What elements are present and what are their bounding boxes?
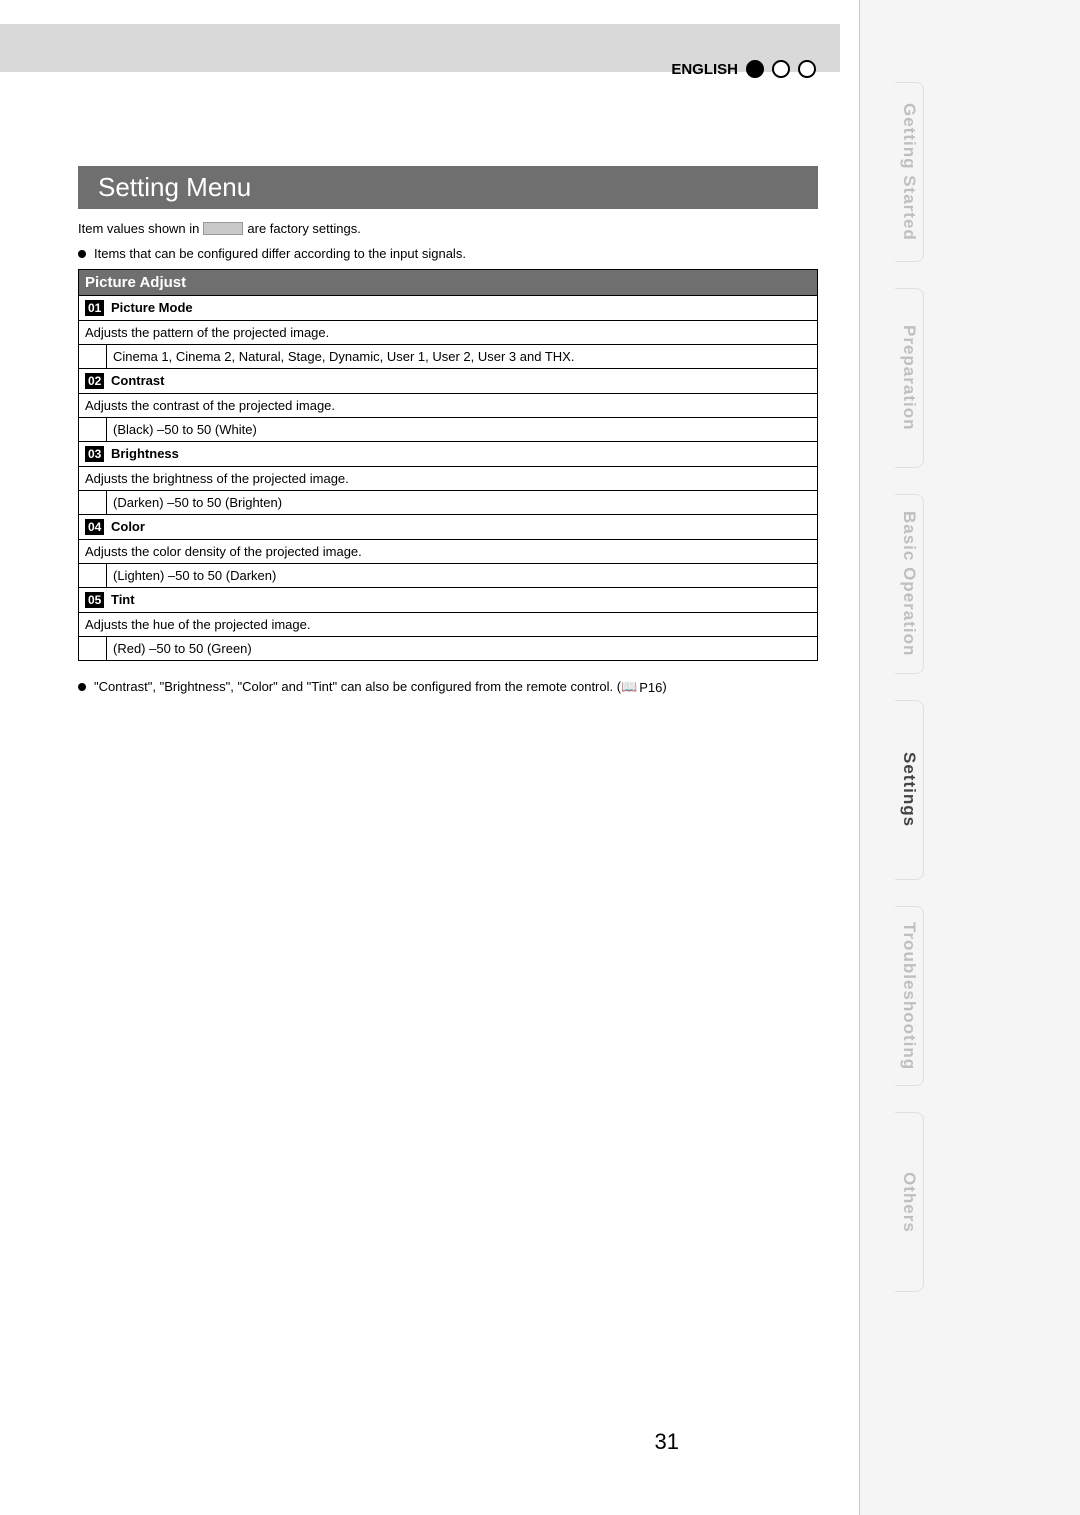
item-desc: Adjusts the contrast of the projected im… bbox=[79, 394, 818, 418]
footnote-ref: P16 bbox=[639, 680, 662, 695]
footnote: "Contrast", "Brightness", "Color" and "T… bbox=[78, 679, 818, 695]
page-frame: ENGLISH Setting Menu Item values shown i… bbox=[0, 0, 860, 1515]
item-header-04: 04 Color bbox=[79, 515, 818, 540]
factory-settings-note: Item values shown in are factory setting… bbox=[78, 221, 818, 236]
indent-cell bbox=[79, 345, 107, 369]
item-values: (Lighten) –50 to 50 (Darken) bbox=[107, 564, 818, 588]
language-indicator: ENGLISH bbox=[671, 60, 816, 78]
item-header-01: 01 Picture Mode bbox=[79, 296, 818, 321]
item-header-05: 05 Tint bbox=[79, 588, 818, 613]
page-number: 31 bbox=[655, 1429, 679, 1455]
item-name: Color bbox=[111, 519, 145, 534]
lang-dot-empty-icon bbox=[798, 60, 816, 78]
section-header: Picture Adjust bbox=[79, 270, 818, 296]
item-values: (Darken) –50 to 50 (Brighten) bbox=[107, 491, 818, 515]
item-name: Picture Mode bbox=[111, 300, 193, 315]
tab-troubleshooting[interactable]: Troubleshooting bbox=[895, 906, 924, 1086]
item-name: Tint bbox=[111, 592, 135, 607]
bullet-icon bbox=[78, 683, 86, 691]
item-header-02: 02 Contrast bbox=[79, 369, 818, 394]
footnote-text: "Contrast", "Brightness", "Color" and "T… bbox=[94, 679, 621, 694]
item-values: (Red) –50 to 50 (Green) bbox=[107, 637, 818, 661]
input-signals-note: Items that can be configured differ acco… bbox=[78, 246, 818, 261]
item-header-03: 03 Brightness bbox=[79, 442, 818, 467]
indent-cell bbox=[79, 491, 107, 515]
footnote-content: "Contrast", "Brightness", "Color" and "T… bbox=[94, 679, 667, 695]
page-reference: 📖P16 bbox=[621, 679, 662, 695]
side-tabs: Getting Started Preparation Basic Operat… bbox=[895, 82, 924, 1292]
item-num: 04 bbox=[85, 519, 104, 535]
factory-note-post: are factory settings. bbox=[247, 221, 360, 236]
tab-basic-operation[interactable]: Basic Operation bbox=[895, 494, 924, 674]
tab-getting-started[interactable]: Getting Started bbox=[895, 82, 924, 262]
item-desc: Adjusts the color density of the project… bbox=[79, 540, 818, 564]
item-desc: Adjusts the hue of the projected image. bbox=[79, 613, 818, 637]
indent-cell bbox=[79, 637, 107, 661]
item-values: (Black) –50 to 50 (White) bbox=[107, 418, 818, 442]
page-title: Setting Menu bbox=[78, 166, 818, 209]
item-name: Contrast bbox=[111, 373, 164, 388]
top-bar: ENGLISH bbox=[0, 24, 840, 72]
indent-cell bbox=[79, 564, 107, 588]
item-num: 02 bbox=[85, 373, 104, 389]
input-note-text: Items that can be configured differ acco… bbox=[94, 246, 466, 261]
factory-note-pre: Item values shown in bbox=[78, 221, 199, 236]
lang-dot-filled-icon bbox=[746, 60, 764, 78]
item-desc: Adjusts the brightness of the projected … bbox=[79, 467, 818, 491]
language-label: ENGLISH bbox=[671, 61, 738, 78]
tab-preparation[interactable]: Preparation bbox=[895, 288, 924, 468]
lang-dot-empty-icon bbox=[772, 60, 790, 78]
indent-cell bbox=[79, 418, 107, 442]
content-area: Setting Menu Item values shown in are fa… bbox=[78, 166, 818, 695]
item-desc: Adjusts the pattern of the projected ima… bbox=[79, 321, 818, 345]
item-name: Brightness bbox=[111, 446, 179, 461]
factory-swatch-icon bbox=[203, 222, 243, 235]
book-icon: 📖 bbox=[621, 679, 637, 695]
footnote-close: ) bbox=[662, 679, 666, 694]
item-num: 05 bbox=[85, 592, 104, 608]
item-num: 01 bbox=[85, 300, 104, 316]
item-num: 03 bbox=[85, 446, 104, 462]
item-values: Cinema 1, Cinema 2, Natural, Stage, Dyna… bbox=[107, 345, 818, 369]
tab-settings[interactable]: Settings bbox=[895, 700, 924, 880]
tab-others[interactable]: Others bbox=[895, 1112, 924, 1292]
picture-adjust-table: Picture Adjust 01 Picture Mode Adjusts t… bbox=[78, 269, 818, 661]
bullet-icon bbox=[78, 250, 86, 258]
